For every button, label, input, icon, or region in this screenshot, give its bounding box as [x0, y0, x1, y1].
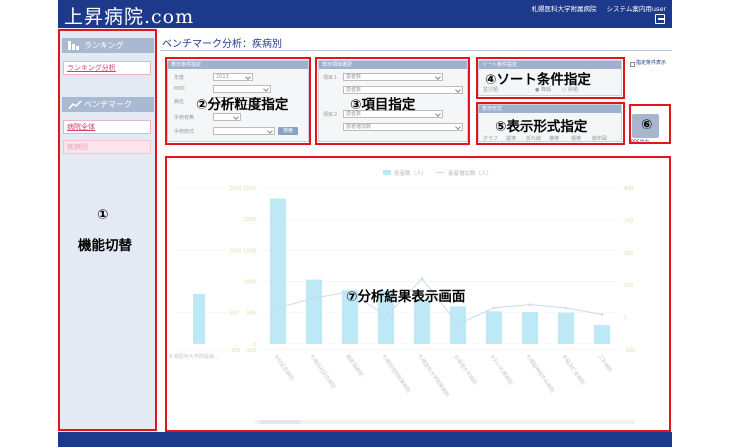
- header-info: 札幌医科大学附属病院 システム案内用user: [523, 3, 666, 13]
- show-conditions-label: 指定条件表示: [636, 60, 667, 66]
- hospital-name: 札幌医科大学附属病院: [531, 5, 597, 13]
- user-name: システム案内用user: [606, 5, 666, 13]
- callout-1-box: [58, 29, 157, 431]
- app-logo[interactable]: 上昇病院.com: [64, 2, 194, 29]
- page-title: ベンチマーク分析：疾病別: [162, 39, 282, 50]
- logout-icon[interactable]: [655, 14, 665, 24]
- callout-5-label: ⑤表示形式指定: [495, 119, 588, 135]
- callout-1-label: 機能切替: [78, 238, 132, 254]
- title-divider: [160, 50, 672, 51]
- app-footer: [58, 432, 672, 447]
- show-conditions-checkbox[interactable]: [630, 62, 635, 67]
- callout-1-num: ①: [97, 207, 109, 223]
- callout-3-label: ③項目指定: [350, 97, 416, 113]
- callout-7-label: ⑦分析結果表示画面: [346, 289, 466, 305]
- app-header: 上昇病院.com 札幌医科大学附属病院 システム案内用user: [58, 0, 672, 28]
- callout-2-label: ②分析粒度指定: [196, 97, 289, 113]
- callout-6-num: ⑥: [641, 117, 653, 133]
- callout-4-label: ④ソート条件指定: [485, 72, 591, 88]
